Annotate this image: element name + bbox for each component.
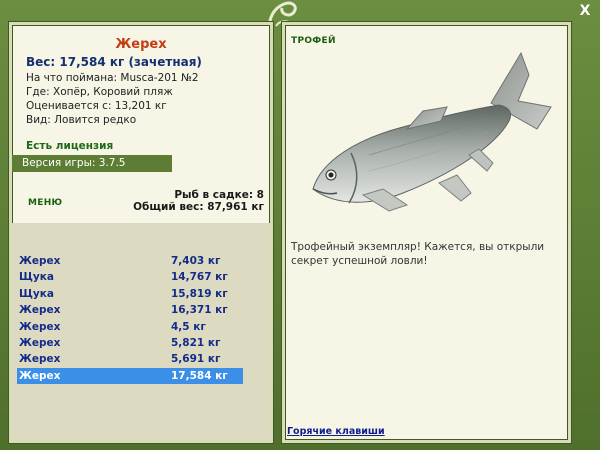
license-status: Есть лицензия (26, 140, 114, 152)
catch-row-weight: 5,821 кг (171, 337, 221, 349)
catch-info-panel: Жерех Вес: 17,584 кг (зачетная) На что п… (9, 22, 273, 443)
catch-row-weight: 5,691 кг (171, 353, 221, 366)
type-info: Вид: Ловится редко (26, 114, 137, 126)
catch-row-weight: 15,819 кг (171, 287, 228, 300)
value-info: Оценивается с: 13,201 кг (26, 100, 167, 112)
fish-name-title: Жерех (115, 37, 167, 52)
total-weight: Общий вес: 87,961 кг (133, 201, 264, 213)
catch-row-fish-name: Жерех (19, 304, 61, 317)
version-bar: Версия игры: 3.7.5 (12, 155, 172, 172)
catch-row-fish-name: Жерех (19, 369, 61, 382)
catch-row-fish-name: Щука (19, 287, 54, 300)
catch-row[interactable]: Щука 14,767 кг (17, 269, 243, 285)
catch-row-fish-name: Жерех (19, 337, 61, 349)
asp-fish-illustration (312, 51, 552, 212)
fish-weight: Вес: 17,584 кг (зачетная) (26, 55, 202, 69)
trophy-panel: ТРОФЕЙ Трофейный экземпляр! Кажется, вы … (282, 22, 571, 443)
close-button[interactable]: X (576, 2, 594, 20)
location-info: Где: Хопёр, Коровий пляж (26, 86, 173, 98)
catch-row-fish-name: Жерех (19, 320, 61, 333)
catch-row[interactable]: Жерех 4,5 кг (17, 319, 243, 335)
catch-row-weight: 14,767 кг (171, 271, 228, 284)
menu-button[interactable]: МЕНЮ (28, 198, 62, 208)
catch-row-fish-name: Щука (19, 271, 54, 284)
hotkeys-link[interactable]: Горячие клавиши (287, 426, 385, 437)
catch-row-weight: 16,371 кг (171, 304, 228, 317)
catch-row[interactable]: Жерех 16,371 кг (17, 302, 243, 318)
fish-count: Рыб в садке: 8 (174, 189, 264, 201)
catch-row[interactable]: Жерех 5,821 кг (17, 335, 243, 351)
catch-row-weight: 7,403 кг (171, 255, 221, 267)
catch-row-fish-name: Жерех (19, 255, 61, 267)
trophy-description: Трофейный экземпляр! Кажется, вы открыли… (291, 241, 545, 267)
catch-row-weight: 17,584 кг (171, 369, 228, 382)
catch-list: Жерех 7,403 кг Щука 14,767 кг Щука 15,819 кг Ж… (12, 223, 270, 440)
bait-info: На что поймана: Musca-201 №2 (26, 72, 199, 84)
catch-row-fish-name: Жерех (19, 353, 61, 366)
catch-row-weight: 4,5 кг (171, 320, 206, 333)
catch-row[interactable]: Щука 15,819 кг (17, 286, 243, 302)
catch-row[interactable]: Жерех 7,403 кг (17, 253, 243, 269)
catch-row[interactable]: Жерех 5,691 кг (17, 351, 243, 367)
catch-row[interactable]: Жерех 17,584 кг (17, 367, 243, 384)
